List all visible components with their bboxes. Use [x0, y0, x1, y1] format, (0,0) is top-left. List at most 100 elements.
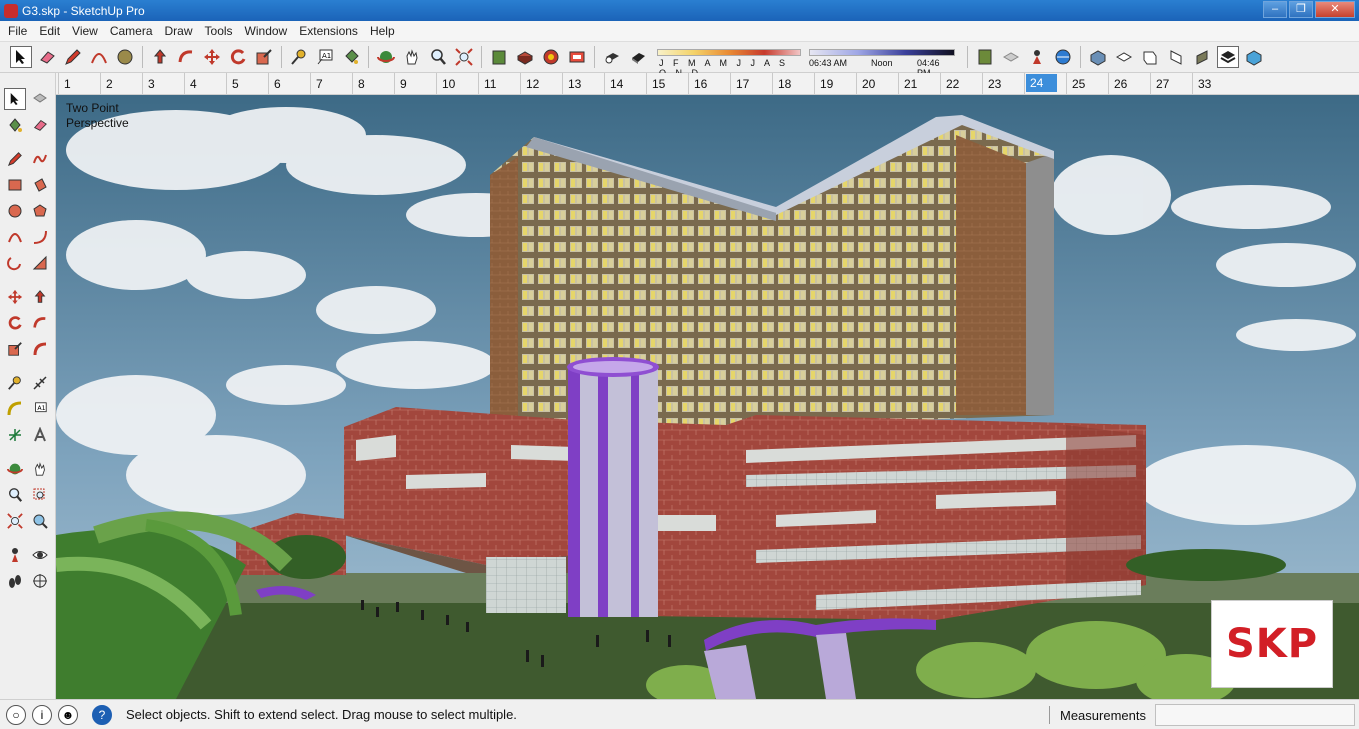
menu-camera[interactable]: Camera [106, 24, 161, 38]
menu-help[interactable]: Help [366, 24, 403, 38]
zoom-window-icon[interactable] [29, 484, 51, 506]
pie-icon[interactable] [29, 252, 51, 274]
warehouse-icon[interactable] [488, 46, 510, 68]
axes-icon[interactable] [4, 424, 26, 446]
style-shaded-icon[interactable] [1243, 46, 1265, 68]
section-plane-icon[interactable] [29, 570, 51, 592]
shadow-time-slider[interactable]: 06:43 AM Noon 04:46 PM [809, 45, 955, 78]
move-icon[interactable] [4, 286, 26, 308]
view-back-icon[interactable] [1191, 46, 1213, 68]
3d-text-icon[interactable] [29, 424, 51, 446]
push-pull-icon[interactable] [29, 286, 51, 308]
two-point-arc-icon[interactable] [29, 226, 51, 248]
minimize-button[interactable]: ‒ [1263, 1, 1287, 18]
scene-tab-6[interactable]: 6 [274, 77, 281, 91]
orbit-icon[interactable] [4, 458, 26, 480]
tape-measure-icon[interactable] [4, 372, 26, 394]
scene-tab-23[interactable]: 23 [988, 77, 1001, 91]
close-button[interactable]: ✕ [1315, 1, 1355, 18]
menu-view[interactable]: View [68, 24, 106, 38]
style-hidden-line-icon[interactable] [1217, 46, 1239, 68]
scene-tab-1[interactable]: 1 [64, 77, 71, 91]
model-viewport[interactable]: Two Point Perspective SKP [56, 95, 1359, 699]
zoom-extents-icon[interactable] [4, 510, 26, 532]
scene-tab-12[interactable]: 12 [526, 77, 539, 91]
shadow-toggle-icon[interactable] [601, 46, 623, 68]
look-around-icon[interactable] [29, 544, 51, 566]
display-section-icon[interactable] [1000, 46, 1022, 68]
pencil-icon[interactable] [62, 46, 84, 68]
position-camera-icon[interactable] [4, 544, 26, 566]
scene-tab-7[interactable]: 7 [316, 77, 323, 91]
menu-file[interactable]: File [4, 24, 35, 38]
offset-icon[interactable] [29, 338, 51, 360]
scene-tab-18[interactable]: 18 [778, 77, 791, 91]
arc-icon[interactable] [4, 226, 26, 248]
styles-icon[interactable] [540, 46, 562, 68]
pan-icon[interactable] [29, 458, 51, 480]
eraser-icon[interactable] [29, 114, 51, 136]
scene-tab-27[interactable]: 27 [1156, 77, 1169, 91]
scene-tab-25[interactable]: 25 [1072, 77, 1085, 91]
scene-tab-22[interactable]: 22 [946, 77, 959, 91]
view-right-icon[interactable] [1165, 46, 1187, 68]
geo-location-status-icon[interactable]: ○ [6, 704, 26, 725]
paint-bucket-icon[interactable] [4, 114, 26, 136]
make-component-icon[interactable] [29, 88, 51, 110]
three-point-arc-icon[interactable] [4, 252, 26, 274]
scene-tab-14[interactable]: 14 [610, 77, 623, 91]
scene-tab-3[interactable]: 3 [148, 77, 155, 91]
scene-tab-2[interactable]: 2 [106, 77, 113, 91]
scene-tab-10[interactable]: 10 [442, 77, 455, 91]
eraser-icon[interactable] [36, 46, 58, 68]
dimension-icon[interactable] [29, 372, 51, 394]
scene-tab-13[interactable]: 13 [568, 77, 581, 91]
freehand-icon[interactable] [29, 148, 51, 170]
scene-tab-33[interactable]: 33 [1198, 77, 1211, 91]
text-icon[interactable]: A1 [29, 398, 51, 420]
user-account-icon[interactable]: ☻ [58, 704, 78, 725]
text-icon[interactable]: A1 [314, 46, 336, 68]
zoom-icon[interactable] [4, 484, 26, 506]
move-icon[interactable] [201, 46, 223, 68]
zoom-extents-icon[interactable] [453, 46, 475, 68]
scene-tab-16[interactable]: 16 [694, 77, 707, 91]
follow-me-icon[interactable] [175, 46, 197, 68]
scene-tab-19[interactable]: 19 [820, 77, 833, 91]
previous-view-icon[interactable] [29, 510, 51, 532]
scene-tab-20[interactable]: 20 [862, 77, 875, 91]
components-icon[interactable] [514, 46, 536, 68]
menu-window[interactable]: Window [241, 24, 296, 38]
menu-extensions[interactable]: Extensions [295, 24, 366, 38]
scene-tab-21[interactable]: 21 [904, 77, 917, 91]
menu-edit[interactable]: Edit [35, 24, 68, 38]
push-pull-icon[interactable] [149, 46, 171, 68]
rotate-icon[interactable] [227, 46, 249, 68]
scene-tab-11[interactable]: 11 [484, 77, 496, 91]
rotate-icon[interactable] [4, 312, 26, 334]
position-camera-icon[interactable] [1026, 46, 1048, 68]
paint-bucket-icon[interactable] [340, 46, 362, 68]
walk-icon[interactable] [4, 570, 26, 592]
arc-icon[interactable] [88, 46, 110, 68]
maximize-button[interactable]: ❐ [1289, 1, 1313, 18]
select-icon[interactable] [4, 88, 26, 110]
view-iso-icon[interactable] [1087, 46, 1109, 68]
orbit-icon[interactable] [375, 46, 397, 68]
credits-info-icon[interactable]: i [32, 704, 52, 725]
scene-tab-15[interactable]: 15 [652, 77, 665, 91]
tape-measure-icon[interactable] [288, 46, 310, 68]
pan-icon[interactable] [401, 46, 423, 68]
follow-me-icon[interactable] [29, 312, 51, 334]
rectangle-icon[interactable] [4, 174, 26, 196]
measurements-input[interactable] [1155, 704, 1355, 726]
scene-tab-4[interactable]: 4 [190, 77, 197, 91]
rotated-rectangle-icon[interactable] [29, 174, 51, 196]
scale-icon[interactable] [253, 46, 275, 68]
select-icon[interactable] [10, 46, 32, 68]
scene-tab-24[interactable]: 24 [1026, 74, 1058, 92]
fog-icon[interactable] [627, 46, 649, 68]
line-icon[interactable] [4, 148, 26, 170]
help-icon[interactable]: ? [92, 704, 112, 725]
extension-warehouse-icon[interactable] [566, 46, 588, 68]
